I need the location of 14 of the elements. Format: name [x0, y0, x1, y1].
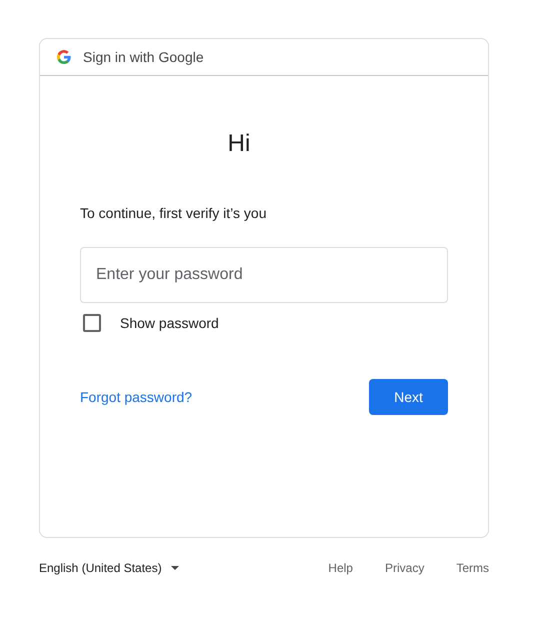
- header-title: Sign in with Google: [83, 49, 204, 65]
- next-button[interactable]: Next: [369, 379, 448, 415]
- prompt-text: To continue, first verify it’s you: [80, 205, 268, 221]
- forgot-password-link[interactable]: Forgot password?: [80, 389, 192, 405]
- greeting-heading: Hi: [226, 130, 252, 159]
- show-password-label: Show password: [120, 315, 219, 331]
- dropdown-caret-icon: [170, 566, 179, 570]
- password-field[interactable]: Enter your password: [80, 247, 448, 303]
- show-password-checkbox[interactable]: [83, 314, 101, 332]
- language-selector[interactable]: English (United States): [39, 561, 179, 575]
- footer-link[interactable]: Terms: [456, 561, 489, 575]
- google-g-icon: [57, 50, 71, 64]
- footer-link[interactable]: Privacy: [384, 561, 424, 575]
- footer-link[interactable]: Help: [328, 561, 353, 575]
